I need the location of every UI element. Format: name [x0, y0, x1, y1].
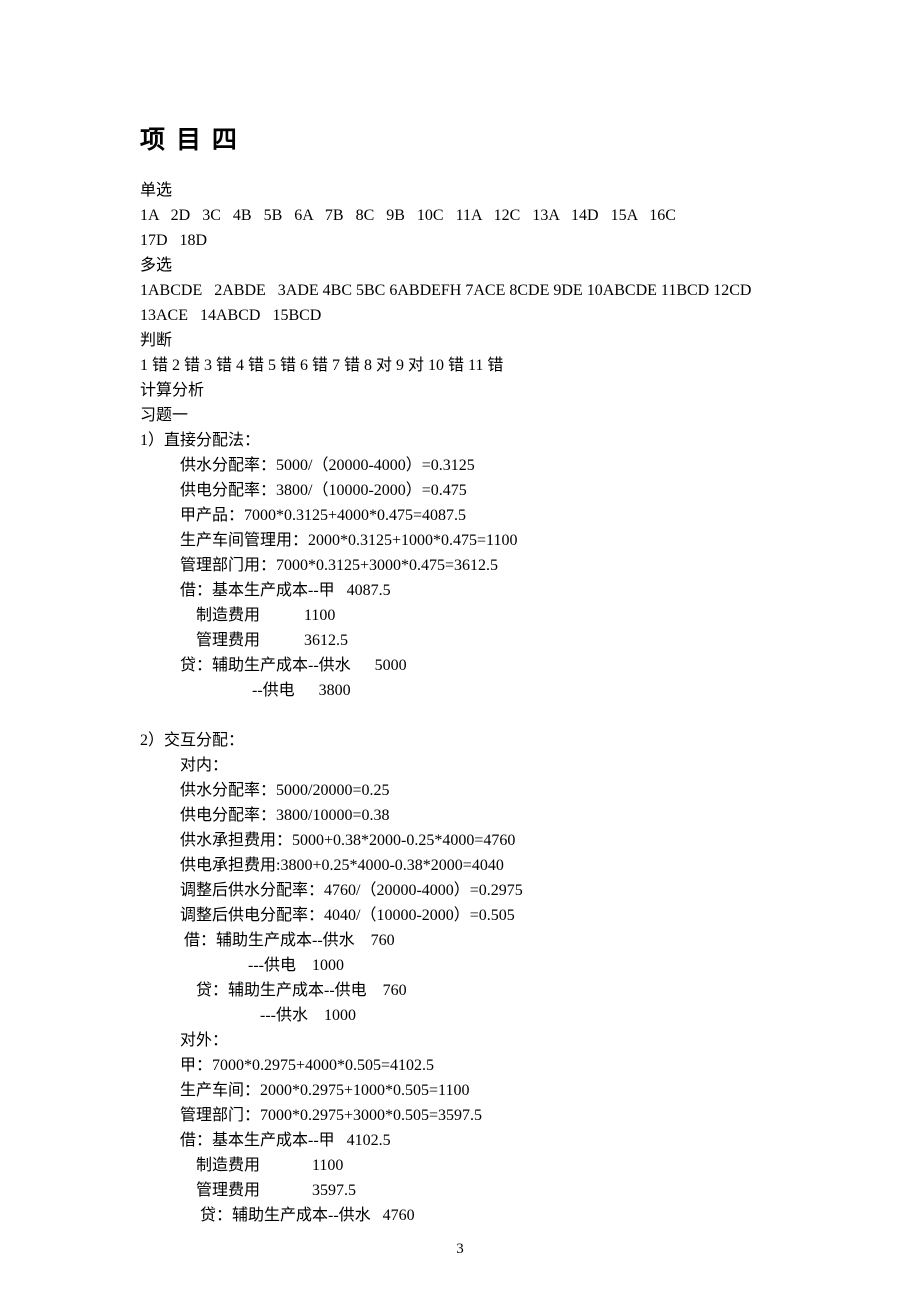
text-line: 贷：辅助生产成本--供电 760	[140, 978, 785, 1003]
text-line: 生产车间管理用：2000*0.3125+1000*0.475=1100	[140, 528, 785, 553]
text-line: 管理部门：7000*0.2975+3000*0.505=3597.5	[140, 1103, 785, 1128]
text-line: 供水分配率：5000/20000=0.25	[140, 778, 785, 803]
text-line: 调整后供电分配率：4040/（10000-2000）=0.505	[140, 903, 785, 928]
text-line: ---供水 1000	[140, 1003, 785, 1028]
text-line: 单选	[140, 178, 785, 203]
text-line: 调整后供水分配率：4760/（20000-4000）=0.2975	[140, 878, 785, 903]
text-line: 甲产品：7000*0.3125+4000*0.475=4087.5	[140, 503, 785, 528]
text-line: 制造费用 1100	[140, 603, 785, 628]
text-line: 贷：辅助生产成本--供水 4760	[140, 1203, 785, 1228]
text-line: 管理费用 3597.5	[140, 1178, 785, 1203]
document-page: 项 目 四 单选 1A 2D 3C 4B 5B 6A 7B 8C 9B 10C …	[0, 0, 920, 1302]
text-line: 对内：	[140, 753, 785, 778]
text-line: 计算分析	[140, 378, 785, 403]
text-line: 贷：辅助生产成本--供水 5000	[140, 653, 785, 678]
text-line: 管理费用 3612.5	[140, 628, 785, 653]
text-line: 管理部门用：7000*0.3125+3000*0.475=3612.5	[140, 553, 785, 578]
text-line: 1）直接分配法：	[140, 428, 785, 453]
text-line: 1ABCDE 2ABDE 3ADE 4BC 5BC 6ABDEFH 7ACE 8…	[140, 278, 785, 303]
page-number: 3	[0, 1241, 920, 1258]
text-line: 供电分配率：3800/10000=0.38	[140, 803, 785, 828]
text-line: 判断	[140, 328, 785, 353]
blank-line	[140, 703, 785, 728]
text-line: 17D 18D	[140, 228, 785, 253]
text-line: 借：基本生产成本--甲 4087.5	[140, 578, 785, 603]
text-line: 生产车间：2000*0.2975+1000*0.505=1100	[140, 1078, 785, 1103]
text-line: --供电 3800	[140, 678, 785, 703]
text-line: 习题一	[140, 403, 785, 428]
text-line: 13ACE 14ABCD 15BCD	[140, 303, 785, 328]
text-line: 1 错 2 错 3 错 4 错 5 错 6 错 7 错 8 对 9 对 10 错…	[140, 353, 785, 378]
text-line: 供电分配率：3800/（10000-2000）=0.475	[140, 478, 785, 503]
text-line: 借：基本生产成本--甲 4102.5	[140, 1128, 785, 1153]
text-line: 1A 2D 3C 4B 5B 6A 7B 8C 9B 10C 11A 12C 1…	[140, 203, 785, 228]
text-line: 多选	[140, 253, 785, 278]
text-line: 供水分配率：5000/（20000-4000）=0.3125	[140, 453, 785, 478]
text-line: 甲：7000*0.2975+4000*0.505=4102.5	[140, 1053, 785, 1078]
text-line: ---供电 1000	[140, 953, 785, 978]
section-title: 项 目 四	[140, 120, 785, 156]
text-line: 借：辅助生产成本--供水 760	[140, 928, 785, 953]
text-line: 供水承担费用：5000+0.38*2000-0.25*4000=4760	[140, 828, 785, 853]
text-line: 供电承担费用:3800+0.25*4000-0.38*2000=4040	[140, 853, 785, 878]
text-line: 2）交互分配：	[140, 728, 785, 753]
text-line: 对外：	[140, 1028, 785, 1053]
text-line: 制造费用 1100	[140, 1153, 785, 1178]
